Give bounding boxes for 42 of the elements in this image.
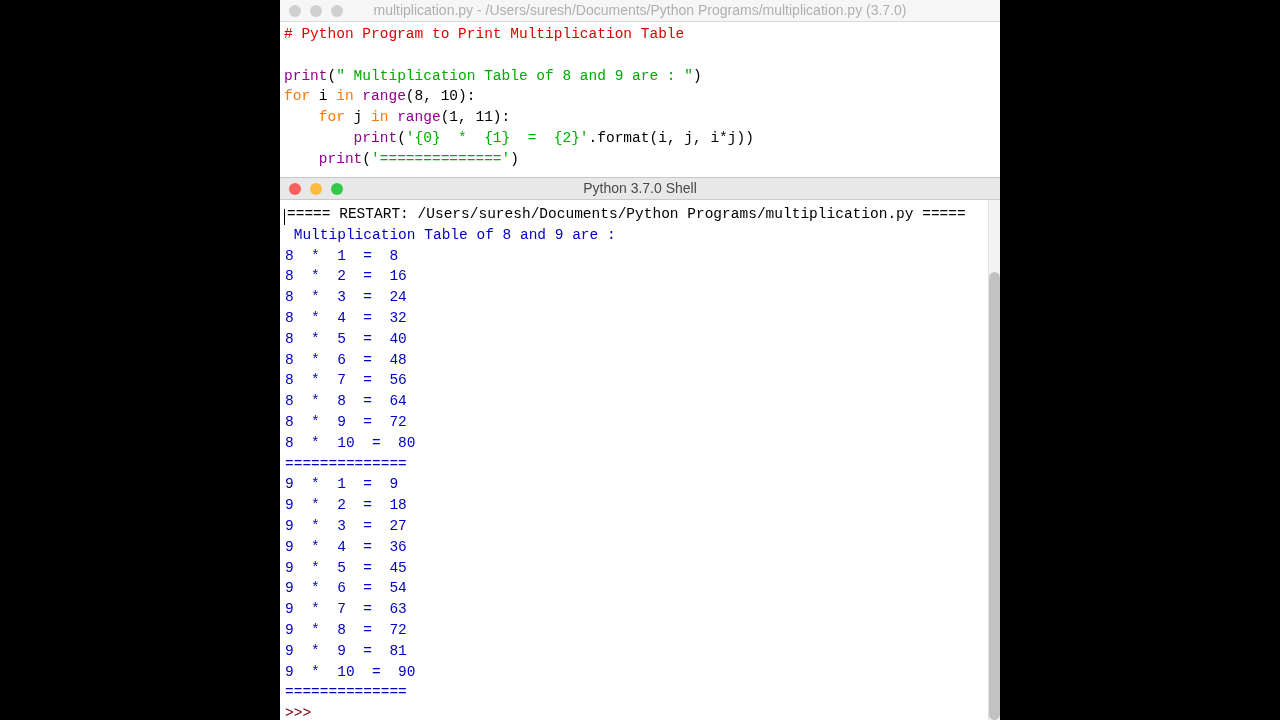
output-line: 8 * 8 = 64 [285,392,407,412]
output-line: 8 * 10 = 80 [285,433,416,453]
code-line: print(" Multiplication Table of 8 and 9 are : ") [284,66,702,86]
minimize-icon[interactable] [310,183,322,195]
close-icon[interactable] [289,5,301,17]
output-line: 9 * 3 = 27 [285,516,407,536]
output-line: 9 * 9 = 81 [285,641,407,661]
output-line: 9 * 6 = 54 [285,579,407,599]
output-line: 8 * 2 = 16 [285,267,407,287]
code-line: print('{0} * {1} = {2}'.format(i, j, i*j)) [352,129,754,148]
output-line: 8 * 4 = 32 [285,309,407,328]
output-line: ===== RESTART: /Users/suresh/Documents/Python Programs/multiplication.py ===== [287,205,966,224]
output-line: 8 * 3 = 24 [285,288,407,308]
scrollbar-thumb[interactable] [989,272,1000,720]
code-line: for j in range(1, 11): [317,108,511,128]
output-line: 9 * 1 = 9 [285,475,399,495]
close-icon[interactable] [289,183,301,195]
output-line: 8 * 6 = 48 [285,350,407,370]
window-title: Python 3.7.0 Shell [583,179,697,198]
output-line: Multiplication Table of 8 and 9 are : [292,225,617,245]
zoom-icon[interactable] [331,5,343,17]
code-line: # Python Program to Print Multiplication Table [284,25,685,44]
output-line: 9 * 8 = 72 [285,620,407,640]
output-line: 9 * 4 = 36 [285,537,407,557]
output-line: 9 * 7 = 63 [285,600,407,620]
code-line: for i in range(8, 10): [284,87,476,107]
shell-prompt: >>> [285,704,312,720]
window-title: multiplication.py - /Users/suresh/Documents/Python Programs/multiplication.py (3.7.0) [373,1,907,20]
output-line: 9 * 5 = 45 [285,558,407,578]
minimize-icon[interactable] [310,5,322,17]
output-line: 8 * 5 = 40 [285,329,407,349]
code-line: print('==============') [317,149,519,169]
output-line: ============== [285,454,407,474]
zoom-icon[interactable] [331,183,343,195]
output-line: ============== [285,683,407,703]
output-line: 8 * 7 = 56 [285,371,407,391]
output-line: 9 * 10 = 90 [285,662,416,682]
output-line: 8 * 1 = 8 [285,246,399,266]
output-line: 9 * 2 = 18 [285,496,407,516]
text-cursor [284,209,285,225]
scrollbar[interactable] [988,200,1000,720]
output-line: 8 * 9 = 72 [285,412,407,432]
